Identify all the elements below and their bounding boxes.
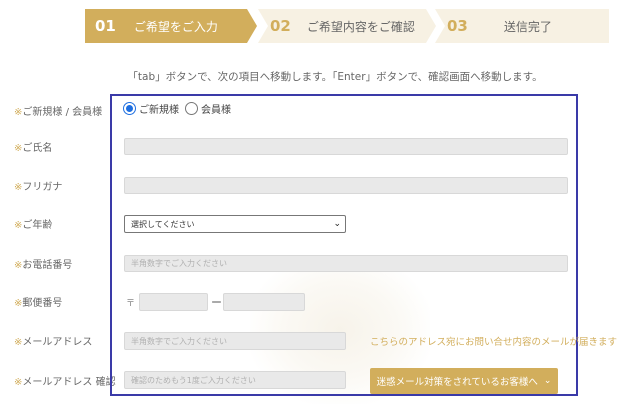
step-label: 送信完了 (503, 19, 552, 34)
phone-input[interactable]: 半角数字でご入力ください (124, 255, 568, 272)
spam-button-label: 迷惑メール対策をされているお客様へ (376, 377, 538, 388)
radio-member[interactable] (185, 102, 198, 115)
step-number: 03 (447, 17, 468, 35)
step-number: 02 (270, 17, 291, 35)
age-select-value: 選択してください (131, 219, 195, 229)
step-3: 03 送信完了 (435, 9, 609, 43)
spam-filter-button[interactable]: 迷惑メール対策をされているお客様へ ⌄ (370, 368, 558, 394)
radio-new-customer[interactable] (123, 102, 136, 115)
age-select[interactable]: 選択してください ⌄ (124, 215, 346, 233)
label-phone: ※お電話番号 (14, 260, 73, 271)
step-2: 02 ご希望内容をご確認 (258, 9, 436, 43)
furigana-input[interactable] (124, 177, 568, 194)
phone-placeholder: 半角数字でご入力ください (131, 259, 227, 268)
customer-type-radio-group: ご新規様 会員様 (123, 101, 237, 116)
email-confirm-input[interactable]: 確認のためもう1度ご入力ください (124, 371, 346, 389)
chevron-down-icon: ⌄ (543, 376, 552, 386)
label-email-confirm: ※メールアドレス 確認 (14, 377, 116, 388)
step-label: ご希望をご入力 (133, 19, 218, 34)
label-email: ※メールアドレス (14, 337, 93, 348)
label-customer-type: ※ご新規様 / 会員様 (14, 107, 103, 118)
name-input[interactable] (124, 138, 568, 155)
radio-label-member: 会員様 (201, 105, 231, 116)
keyboard-instruction: 「tab」ボタンで、次の項目へ移動します。「Enter」ボタンで、確認画面へ移動… (127, 71, 543, 83)
label-postal: ※郵便番号 (14, 298, 63, 309)
postal-input-1[interactable] (139, 293, 208, 311)
step-label: ご希望内容をご確認 (306, 19, 415, 34)
postal-separator: ー (211, 296, 222, 309)
label-name: ※ご氏名 (14, 143, 53, 154)
email-input[interactable]: 半角数字でご入力ください (124, 332, 346, 350)
email-note: こちらのアドレス宛にお問い合せ内容のメールが届きます (370, 337, 618, 348)
label-furigana: ※フリガナ (14, 182, 63, 193)
label-age: ※ご年齢 (14, 220, 53, 231)
postal-mark: 〒 (126, 299, 136, 309)
step-1: 01 ご希望をご入力 (85, 9, 257, 43)
chevron-down-icon: ⌄ (333, 219, 341, 229)
step-number: 01 (95, 17, 116, 35)
email-placeholder: 半角数字でご入力ください (131, 336, 227, 346)
postal-input-2[interactable] (223, 293, 305, 311)
email-confirm-placeholder: 確認のためもう1度ご入力ください (131, 375, 256, 385)
radio-label-new: ご新規様 (139, 105, 179, 116)
progress-stepper: 01 ご希望をご入力 02 ご希望内容をご確認 03 送信完了 (85, 9, 609, 43)
